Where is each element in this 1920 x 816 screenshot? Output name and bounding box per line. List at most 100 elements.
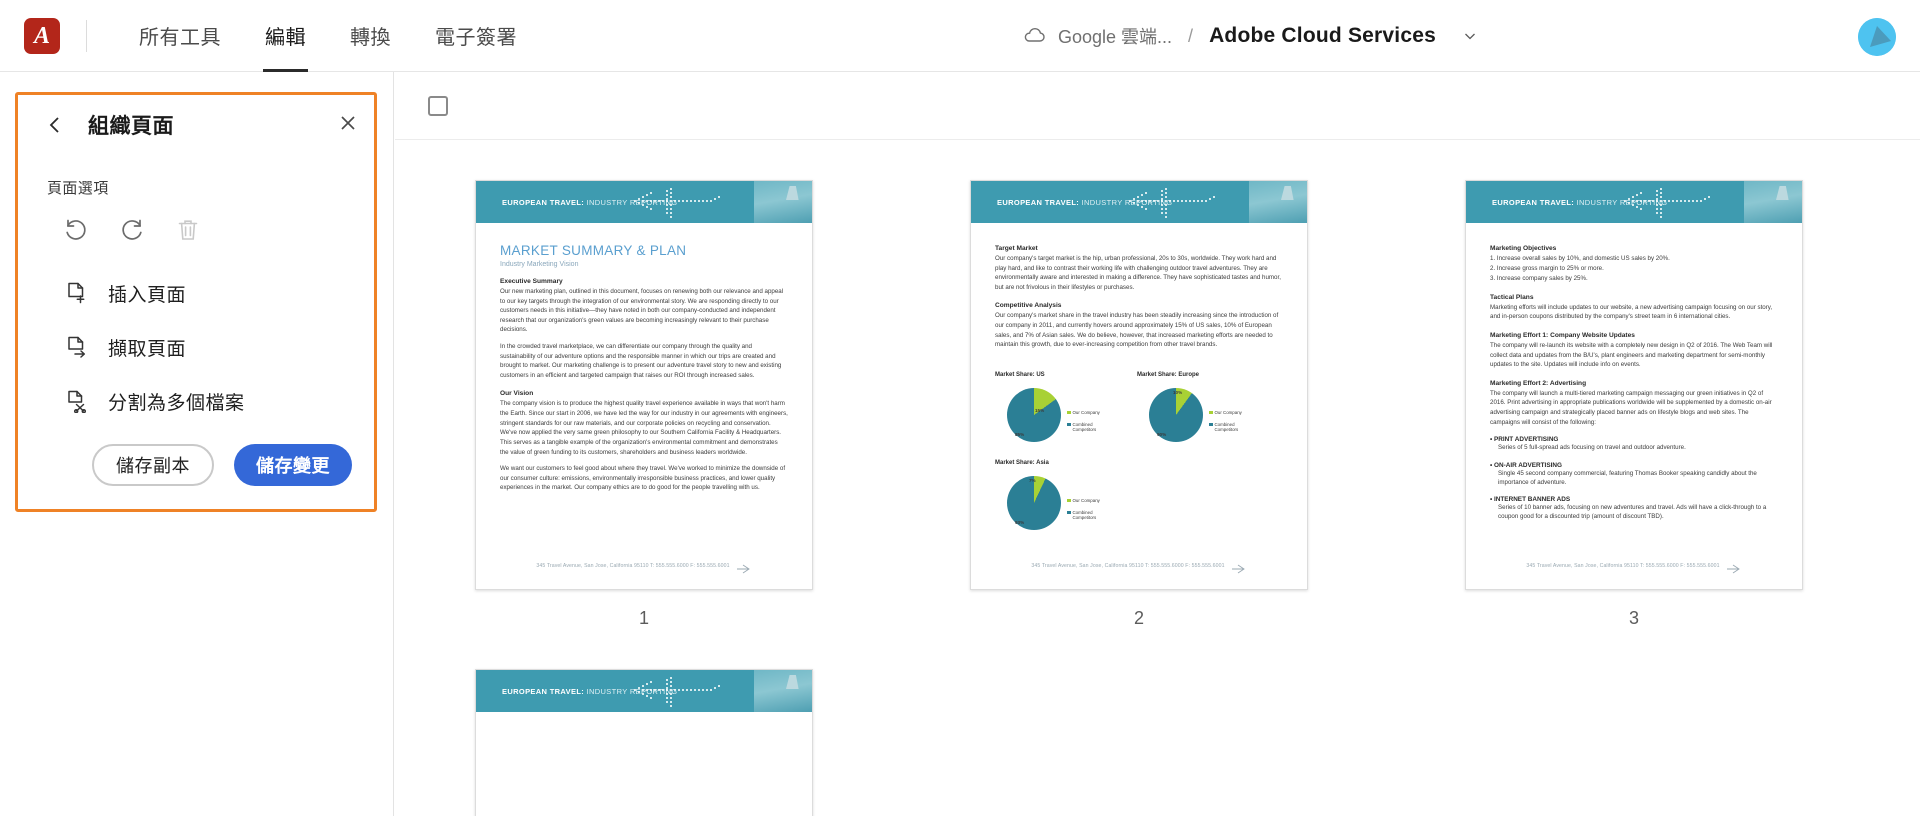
page-thumbnail-3[interactable]: EUROPEAN TRAVEL: INDUSTRY REPORTING Mark… [1465, 180, 1803, 590]
save-copy-button[interactable]: 儲存副本 [92, 444, 214, 486]
ship-photo [1744, 181, 1802, 223]
document-title: Adobe Cloud Services [1209, 24, 1436, 47]
section-heading: Marketing Effort 2: Advertising [1490, 379, 1587, 387]
menu-item-extract-pages[interactable]: 擷取頁面 [18, 320, 374, 374]
page-footer: 345 Travel Avenue, San Jose, California … [476, 561, 812, 574]
avatar[interactable] [1858, 18, 1896, 56]
thumbnail-cell: EUROPEAN TRAVEL: INDUSTRY REPORTING [1465, 180, 1803, 629]
pie-slice-label: 85% [1015, 431, 1025, 437]
bullet-title: • ON-AIR ADVERTISING [1490, 461, 1562, 469]
thumbnail-row: EUROPEAN TRAVEL: INDUSTRY REPORTING [395, 180, 1920, 629]
chart-legend: Our Company Combined Competitors [1067, 410, 1107, 439]
plane-dots-graphic [1129, 188, 1215, 218]
nav-tab-convert[interactable]: 轉換 [328, 0, 413, 72]
select-all-checkbox[interactable] [428, 95, 448, 116]
page-body: Marketing Objectives 1. Increase overall… [1466, 223, 1802, 522]
pie-wrap: 10% 90% Our Company Combined Competitors [1137, 387, 1257, 442]
page-thumbnail-1[interactable]: EUROPEAN TRAVEL: INDUSTRY REPORTING MARK… [475, 180, 813, 590]
page-banner: EUROPEAN TRAVEL: INDUSTRY REPORTING [971, 181, 1307, 223]
nav-tab-all-tools[interactable]: 所有工具 [117, 0, 243, 72]
rotate-counterclockwise-icon[interactable] [62, 216, 90, 244]
menu-item-split-into-files[interactable]: 分割為多個檔案 [18, 374, 374, 428]
section-heading: Target Market [995, 245, 1038, 252]
section-body: We want our customers to feel good about… [500, 465, 786, 492]
chart-title: Market Share: Asia [995, 459, 1049, 466]
section-body: The company will launch a multi-tiered m… [1490, 389, 1772, 426]
legend-item: Combined Competitors [1209, 422, 1249, 432]
save-changes-button[interactable]: 儲存變更 [234, 444, 352, 486]
page-thumbnail-2[interactable]: EUROPEAN TRAVEL: INDUSTRY REPORTING Targ… [970, 180, 1308, 590]
page-body: Target Market Our company's target marke… [971, 223, 1307, 530]
menu-item-label: 分割為多個檔案 [108, 392, 245, 414]
panel-header: 組織頁面 [18, 95, 374, 155]
close-icon[interactable] [336, 111, 360, 135]
airplane-icon [1231, 561, 1247, 574]
nav-tab-label: 電子簽署 [435, 27, 517, 49]
pie-chart-europe: Market Share: Europe 10% 90% Our Company… [1137, 372, 1257, 442]
section-body: Our company's target market is the hip, … [995, 255, 1281, 291]
plane-dots-graphic [634, 677, 720, 707]
ship-photo [754, 670, 812, 712]
bullet-title-text: ON-AIR ADVERTISING [1494, 461, 1562, 469]
breadcrumb: Google 雲端... / Adobe Cloud Services [1022, 0, 1478, 72]
delete-page-icon [174, 216, 202, 244]
section-body: Our company's market share in the travel… [995, 312, 1279, 349]
section-body: 1. Increase overall sales by 10%, and do… [1490, 255, 1670, 282]
page-heading: MARKET SUMMARY & PLAN [500, 243, 687, 258]
banner-bold: EUROPEAN TRAVEL: [1492, 197, 1575, 207]
legend-swatch [1209, 410, 1213, 415]
legend-label: Combined Competitors [1072, 509, 1097, 520]
nav-tab-e-sign[interactable]: 電子簽署 [413, 0, 539, 72]
pie-slice-label: 15% [1035, 407, 1045, 413]
breadcrumb-separator: / [1188, 25, 1194, 46]
nav-tab-edit[interactable]: 編輯 [243, 0, 328, 72]
adobe-acrobat-logo-icon[interactable]: A [24, 17, 60, 54]
chart-title: Market Share: US [995, 371, 1045, 378]
chart-legend: Our Company Combined Competitors [1209, 410, 1249, 439]
section-heading: Marketing Objectives [1490, 245, 1557, 252]
legend-item: Our Company [1209, 410, 1249, 415]
legend-swatch [1067, 410, 1071, 415]
bullet-title: • INTERNET BANNER ADS [1490, 496, 1571, 504]
pie-wrap: 15% 85% Our Company Combined Competitors [995, 387, 1115, 442]
page-thumbnail-grid: EUROPEAN TRAVEL: INDUSTRY REPORTING MARK… [395, 140, 1920, 816]
page-banner: EUROPEAN TRAVEL: INDUSTRY REPORTING [1466, 181, 1802, 223]
thumbnail-cell: EUROPEAN TRAVEL: INDUSTRY REPORTING [970, 180, 1308, 629]
bullet-title: • PRINT ADVERTISING [1490, 436, 1559, 444]
main-content: EUROPEAN TRAVEL: INDUSTRY REPORTING MARK… [395, 72, 1920, 816]
legend-label: Combined Competitors [1214, 421, 1239, 432]
ship-photo [754, 181, 812, 223]
bullet-body: Single 45 second company commercial, fea… [1498, 469, 1757, 486]
section-heading: Our Vision [500, 390, 534, 398]
file-scissors-icon [64, 389, 88, 414]
pie-slice-label: 7% [1029, 477, 1036, 483]
thumbnail-cell: EUROPEAN TRAVEL: INDUSTRY REPORTING [475, 669, 813, 816]
chart-legend: Our Company Combined Competitors [1067, 498, 1107, 527]
chevron-down-icon[interactable] [1462, 28, 1478, 44]
thumbnail-row: EUROPEAN TRAVEL: INDUSTRY REPORTING [395, 669, 1920, 816]
page-body: MARKET SUMMARY & PLAN Industry Marketing… [476, 223, 812, 493]
left-panel: 組織頁面 頁面選項 插入頁面 擷取頁面 分割為多個檔案 儲存副本 儲存變更 [0, 72, 394, 816]
organize-pages-panel: 組織頁面 頁面選項 插入頁面 擷取頁面 分割為多個檔案 儲存副本 儲存變更 [15, 92, 377, 512]
chart-title: Market Share: Europe [1137, 371, 1200, 378]
page-number-label: 3 [1628, 608, 1639, 628]
menu-item-insert-pages[interactable]: 插入頁面 [18, 266, 374, 320]
file-plus-icon [64, 281, 88, 305]
page-thumbnail-4[interactable]: EUROPEAN TRAVEL: INDUSTRY REPORTING [475, 669, 813, 816]
pie-chart-asia: Market Share: Asia 7% 93% Our Company Co… [995, 460, 1115, 530]
ship-photo [1249, 181, 1307, 223]
legend-label: Our Company [1214, 409, 1242, 415]
panel-title: 組織頁面 [88, 115, 174, 138]
panel-menu: 插入頁面 擷取頁面 分割為多個檔案 [18, 266, 374, 428]
plane-dots-graphic [1624, 188, 1710, 218]
rotate-clockwise-icon[interactable] [118, 216, 146, 244]
nav-tab-label: 轉換 [350, 27, 391, 49]
banner-bold: EUROPEAN TRAVEL: [997, 197, 1080, 207]
chart-row: Market Share: US 15% 85% Our Company Com… [995, 364, 1283, 442]
cloud-storage-name[interactable]: Google 雲端... [1058, 23, 1172, 49]
section-body: Our new marketing plan, outlined in this… [500, 288, 784, 334]
legend-swatch [1067, 498, 1071, 503]
page-number-label: 2 [1133, 608, 1144, 628]
back-chevron-icon[interactable] [44, 114, 66, 136]
legend-label: Our Company [1072, 497, 1100, 503]
